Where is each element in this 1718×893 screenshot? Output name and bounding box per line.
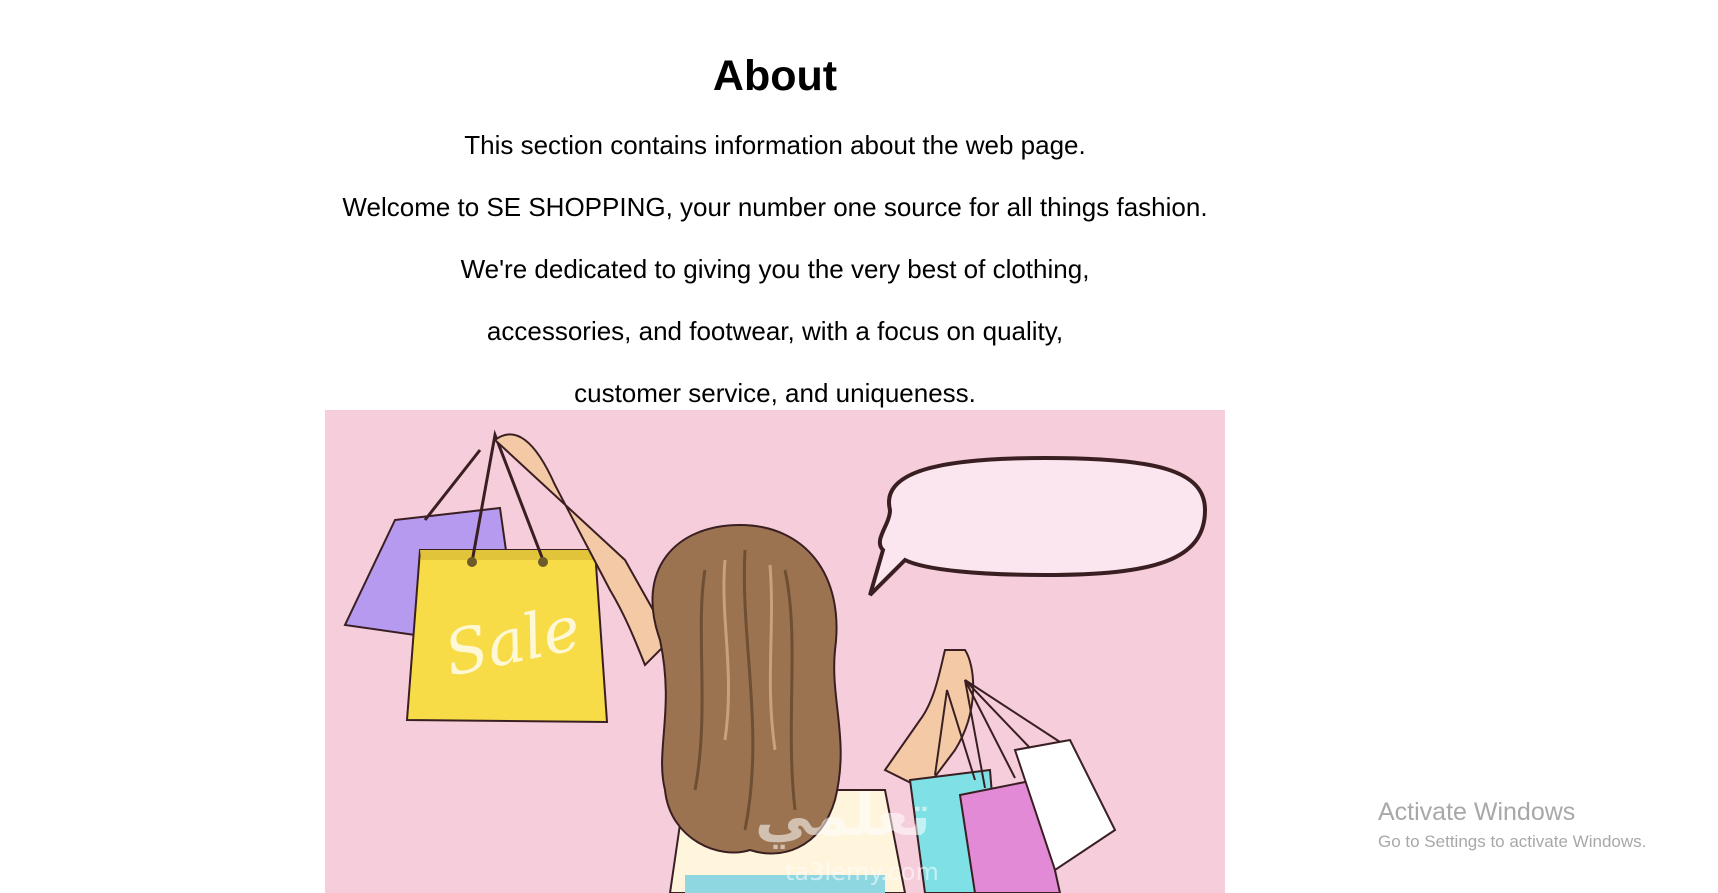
logo-subtext: ta3lemy.com — [785, 858, 939, 886]
activate-windows-watermark: Activate Windows Go to Settings to activ… — [1378, 796, 1646, 854]
about-dedication-line: We're dedicated to giving you the very b… — [460, 254, 1090, 284]
logo-text: تعلمي — [755, 781, 931, 849]
about-title: About — [712, 52, 838, 100]
activate-windows-title: Activate Windows — [1378, 798, 1576, 826]
about-intro-line: This section contains information about … — [464, 130, 1086, 160]
about-values-line: customer service, and uniqueness. — [574, 378, 976, 408]
about-products-line: accessories, and footwear, with a focus … — [486, 316, 1064, 346]
activate-windows-subtitle: Go to Settings to activate Windows. — [1378, 832, 1647, 851]
shopping-illustration: Sale تعلمي ta3lemy.com — [325, 410, 1225, 893]
about-welcome-line: Welcome to SE SHOPPING, your number one … — [342, 192, 1208, 222]
